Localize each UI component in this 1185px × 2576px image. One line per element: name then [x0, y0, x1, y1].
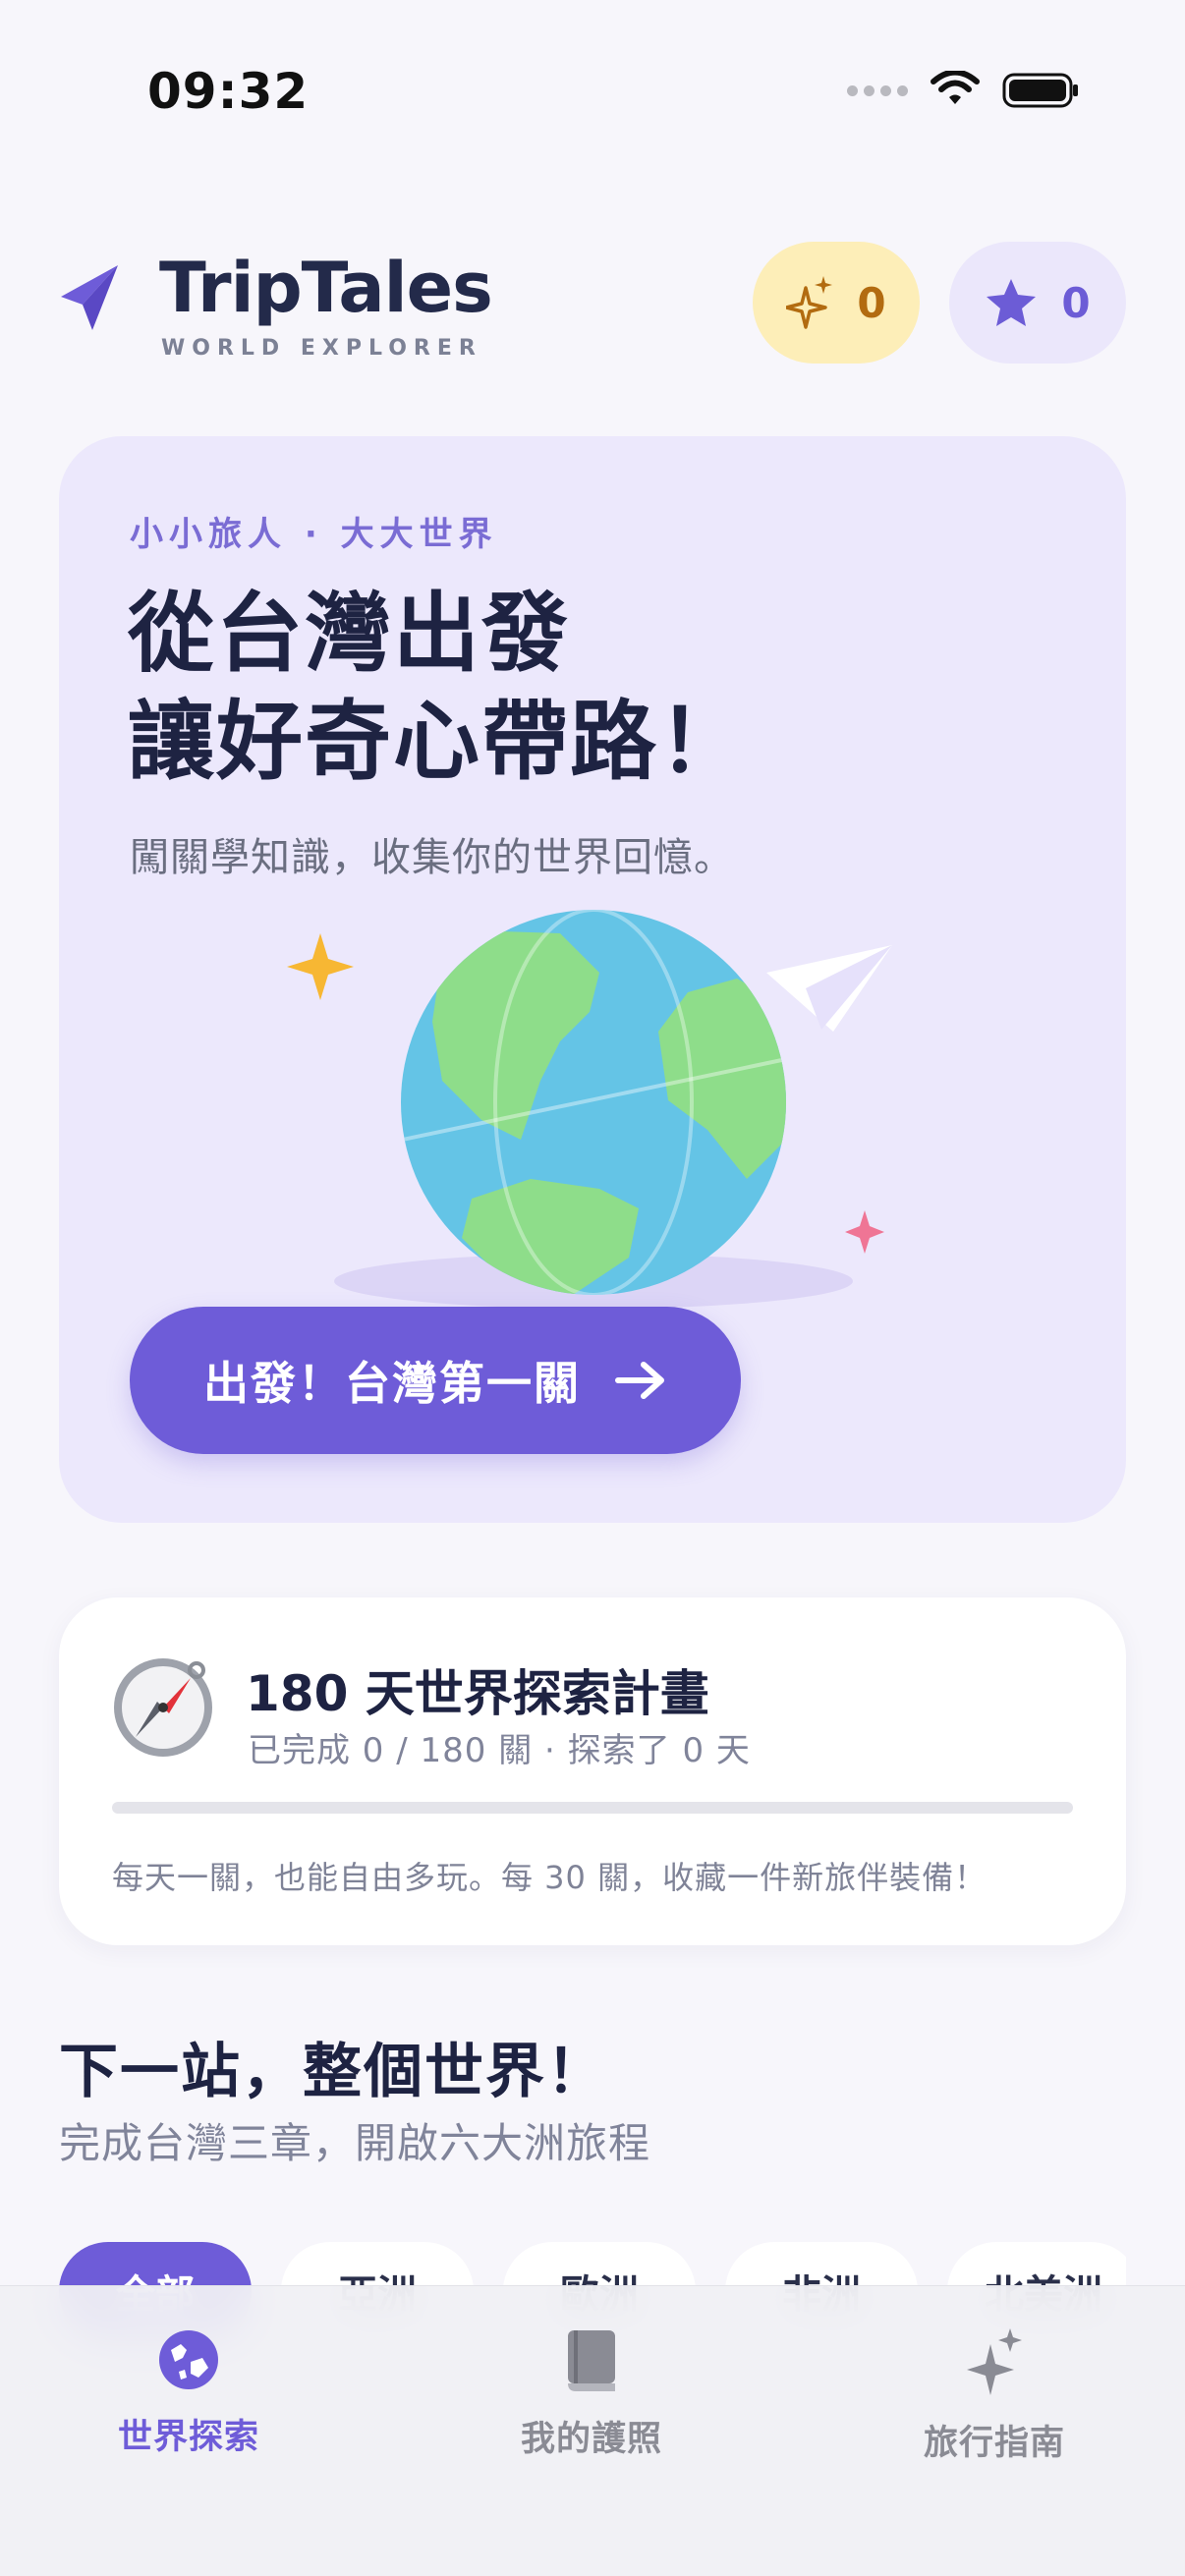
tab-label: 我的護照	[520, 2420, 662, 2459]
tab-travel-guide[interactable]: 旅行指南	[847, 2328, 1142, 2465]
sparkles-icon	[967, 2328, 1022, 2395]
star-count: 0	[1061, 278, 1091, 327]
sparkle-icon	[786, 276, 833, 329]
start-taiwan-level-button[interactable]: 出發！台灣第一關	[130, 1307, 741, 1454]
sparkle-count-badge[interactable]: 0	[753, 242, 920, 364]
white-paper-plane	[766, 945, 892, 1032]
pink-sparkle	[845, 1210, 884, 1254]
tab-my-passport[interactable]: 我的護照	[444, 2328, 739, 2461]
next-section-subtitle: 完成台灣三章，開啟六大洲旅程	[59, 2119, 651, 2167]
arrow-right-icon	[615, 1362, 664, 1399]
tab-label: 旅行指南	[923, 2424, 1065, 2463]
globe-illustration	[287, 910, 892, 1309]
plan-title: 180 天世界探索計畫	[246, 1665, 709, 1722]
brand-title: TripTales	[159, 248, 493, 328]
brand-subtitle: WORLD EXPLORER	[161, 336, 482, 361]
hero-title: 從台灣出發 讓好奇心帶路！	[128, 580, 747, 796]
star-icon	[987, 279, 1037, 326]
star-count-badge[interactable]: 0	[949, 242, 1126, 364]
wifi-icon	[931, 71, 980, 104]
paper-plane-icon	[61, 265, 118, 330]
cta-label: 出發！台灣第一關	[203, 1357, 581, 1410]
plan-progress-text: 已完成 0 / 180 關 · 探索了 0 天	[248, 1731, 751, 1770]
hero-title-line1: 從台灣出發	[128, 583, 571, 684]
tab-world-explore[interactable]: 世界探索	[41, 2328, 336, 2459]
plan-note: 每天一關，也能自由多玩。每 30 關，收藏一件新旅伴裝備！	[112, 1859, 988, 1896]
plan-progress-bar	[112, 1802, 1073, 1814]
signal-dots-icon	[847, 84, 908, 96]
status-icons	[847, 71, 1081, 110]
book-icon	[568, 2330, 615, 2391]
globe-icon	[159, 2330, 218, 2389]
hero-kicker: 小小旅人 · 大大世界	[130, 515, 498, 554]
sparkle-count: 0	[857, 278, 886, 327]
status-time: 09:32	[147, 63, 310, 120]
hero-description: 闖關學知識，收集你的世界回憶。	[130, 835, 734, 880]
next-section-title: 下一站，整個世界！	[59, 2038, 607, 2106]
yellow-sparkle	[287, 933, 354, 1000]
battery-icon	[1002, 73, 1078, 108]
compass-icon	[114, 1658, 212, 1757]
hero-title-line2: 讓好奇心帶路！	[128, 691, 748, 792]
tab-label: 世界探索	[117, 2418, 259, 2457]
